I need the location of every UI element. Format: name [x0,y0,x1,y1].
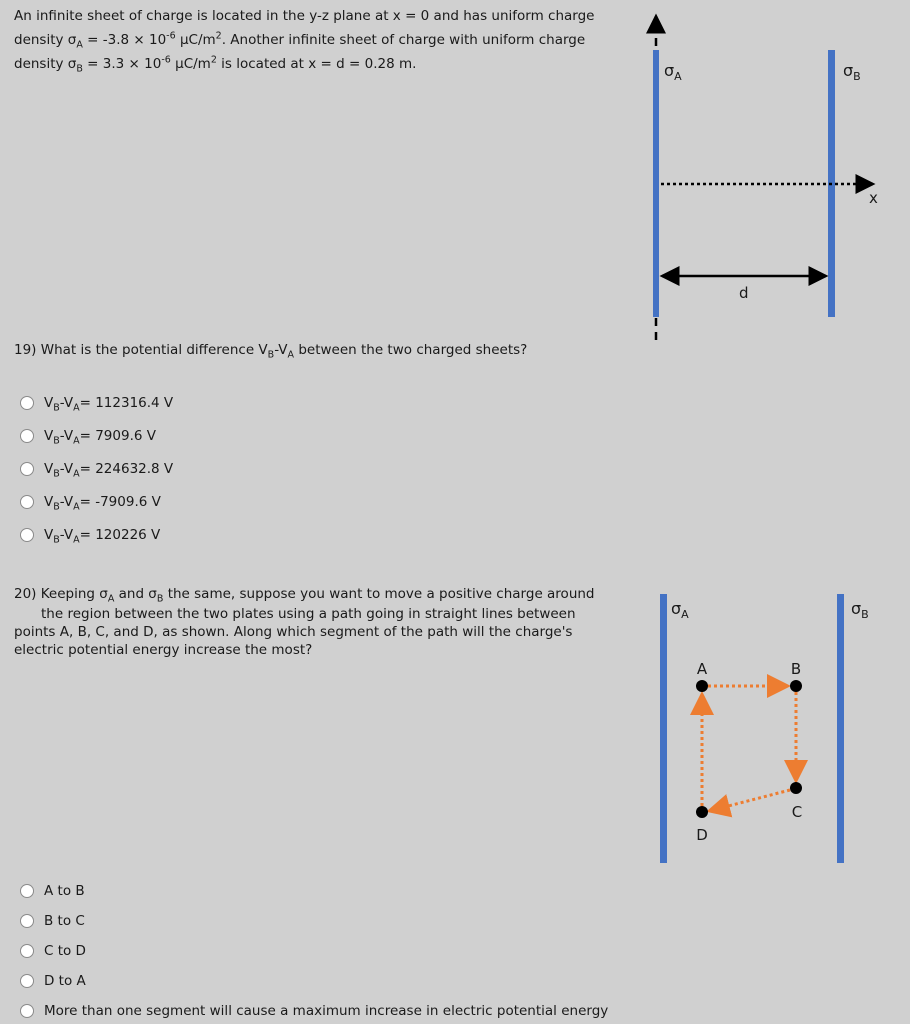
q20-option[interactable]: More than one segment will cause a maxim… [20,1001,608,1021]
option-label: B to C [44,913,85,929]
sigma-a-label: σA [664,61,682,83]
radio-button[interactable] [20,429,34,443]
q19-option[interactable]: VB-VA= 120226 V [20,525,160,545]
radio-button[interactable] [20,528,34,542]
path-c-d [706,788,791,818]
sheet-a-2 [660,594,667,863]
option-label: C to D [44,943,86,959]
radio-button[interactable] [20,462,34,476]
q19-option[interactable]: VB-VA= 112316.4 V [20,393,173,413]
radio-button[interactable] [20,884,34,898]
q19-option[interactable]: VB-VA= 224632.8 V [20,459,173,479]
option-label: VB-VA= 7909.6 V [44,428,156,447]
diagram-sheets: σA σB x d σA σB A B C D [646,13,878,863]
q19-option[interactable]: VB-VA= -7909.6 V [20,492,161,512]
label-c: C [792,803,802,821]
question-19-text: 19) What is the potential difference VB-… [14,342,528,361]
x-label: x [869,189,878,207]
label-a: A [697,660,708,678]
label-d: D [696,826,708,844]
q20-option[interactable]: C to D [20,941,86,961]
sigma-a-label-2: σA [671,599,689,621]
sigma-b-label-2: σB [851,599,869,621]
option-label: A to B [44,883,85,899]
point-a [696,680,708,692]
q20-option[interactable]: B to C [20,911,85,931]
d-label: d [739,284,749,302]
point-b [790,680,802,692]
sheet-b-2 [837,594,844,863]
point-c [790,782,802,794]
option-label: VB-VA= 112316.4 V [44,395,174,414]
radio-button[interactable] [20,974,34,988]
label-b: B [791,660,801,678]
radio-button[interactable] [20,495,34,509]
radio-button[interactable] [20,944,34,958]
radio-button[interactable] [20,396,34,410]
option-label: More than one segment will cause a maxim… [44,1003,609,1019]
sheet-a [653,50,659,317]
radio-button[interactable] [20,1004,34,1018]
q19-option[interactable]: VB-VA= 7909.6 V [20,426,156,446]
point-d [696,806,708,818]
question-20-text: 20) Keeping σA and σB the same, suppose … [14,586,595,658]
option-label: D to A [44,973,86,989]
q20-option[interactable]: D to A [20,971,86,991]
option-label: VB-VA= 224632.8 V [44,461,174,480]
option-label: VB-VA= 120226 V [44,527,161,546]
q20-option[interactable]: A to B [20,881,85,901]
radio-button[interactable] [20,914,34,928]
option-label: VB-VA= -7909.6 V [44,494,161,513]
sigma-b-label: σB [843,61,861,83]
